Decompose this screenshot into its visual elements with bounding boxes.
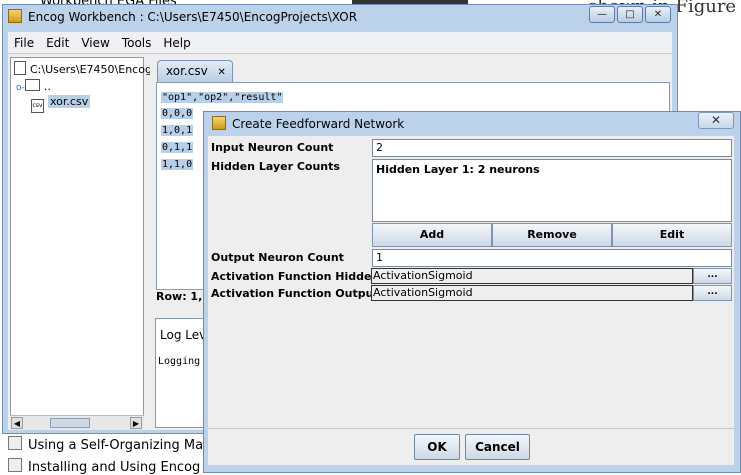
activation-output-label: Activation Function Output: [211, 287, 379, 300]
tree-expand-icon: o-: [16, 83, 25, 93]
activation-hidden-field[interactable]: ActivationSigmoid: [371, 268, 693, 284]
menu-edit[interactable]: Edit: [40, 36, 75, 50]
dialog-title-bar[interactable]: Create Feedforward Network: [212, 116, 652, 134]
menu-tools[interactable]: Tools: [116, 36, 158, 50]
csv-file-icon: csv: [31, 99, 44, 113]
tree-file-xor[interactable]: csv xor.csv: [31, 95, 91, 113]
csv-line: 1,1,0: [161, 159, 194, 170]
tree-horizontal-scrollbar[interactable]: ◀ ▶: [10, 415, 144, 430]
csv-line: 0,0,0: [161, 108, 194, 119]
activation-hidden-browse-button[interactable]: ...: [693, 268, 732, 284]
page-icon: [8, 458, 22, 472]
remove-button[interactable]: Remove: [492, 223, 612, 247]
menu-file[interactable]: File: [8, 36, 40, 50]
project-tree: C:\Users\E7450\Encog o-.. csv xor.csv: [10, 57, 152, 429]
background-item-label: Using a Self-Organizing Map: [28, 438, 212, 453]
tab-close-icon[interactable]: ✕: [218, 67, 226, 78]
close-window-button[interactable]: ✕: [645, 6, 671, 23]
tree-file-label: xor.csv: [48, 95, 91, 108]
dialog-close-button[interactable]: ✕: [698, 112, 734, 129]
menu-help[interactable]: Help: [157, 36, 196, 50]
input-neuron-field[interactable]: 2: [372, 139, 732, 157]
restore-button[interactable]: □: [617, 6, 643, 23]
tree-parent[interactable]: o-..: [16, 79, 51, 93]
tree-parent-label: ..: [43, 80, 51, 93]
cancel-button[interactable]: Cancel: [465, 434, 530, 460]
encog-app-icon: [212, 116, 226, 130]
add-button[interactable]: Add: [372, 223, 492, 247]
minimize-button[interactable]: —: [589, 6, 615, 23]
output-neuron-field[interactable]: 1: [372, 249, 732, 267]
background-item-som: Using a Self-Organizing Map: [8, 436, 211, 453]
csv-line: "op1","op2","result": [161, 92, 284, 103]
tab-label: xor.csv: [166, 64, 208, 78]
hidden-layer-list[interactable]: Hidden Layer 1: 2 neurons: [372, 159, 732, 222]
csv-line: 1,0,1: [161, 125, 194, 136]
workbench-title: Encog Workbench : C:\Users\E7450\EncogPr…: [28, 10, 358, 24]
workbench-title-bar[interactable]: Encog Workbench : C:\Users\E7450\EncogPr…: [8, 9, 588, 27]
dialog-title: Create Feedforward Network: [232, 117, 405, 131]
folder-icon: [24, 79, 40, 91]
ok-button[interactable]: OK: [414, 434, 460, 460]
activation-output-field[interactable]: ActivationSigmoid: [371, 285, 693, 301]
background-item-install: Installing and Using Encog: [8, 458, 200, 475]
hidden-layer-item[interactable]: Hidden Layer 1: 2 neurons: [376, 163, 728, 176]
csv-line: 0,1,1: [161, 142, 194, 153]
window-controls: — □ ✕: [589, 6, 673, 24]
scroll-right-icon[interactable]: ▶: [130, 417, 142, 429]
output-neuron-label: Output Neuron Count: [211, 251, 344, 264]
encog-app-icon: [8, 9, 22, 23]
hidden-layer-label: Hidden Layer Counts: [211, 160, 340, 173]
activation-hidden-label: Activation Function Hidden: [211, 270, 380, 283]
activation-output-browse-button[interactable]: ...: [693, 285, 732, 301]
edit-button[interactable]: Edit: [612, 223, 732, 247]
tree-root-label: C:\Users\E7450\Encog: [30, 63, 152, 76]
tab-xor-csv[interactable]: xor.csv ✕: [157, 60, 233, 82]
file-icon: [14, 61, 26, 75]
menu-bar: File Edit View Tools Help: [8, 32, 672, 54]
scroll-left-icon[interactable]: ◀: [11, 417, 23, 429]
page-icon: [8, 436, 22, 450]
tree-root[interactable]: C:\Users\E7450\Encog: [14, 61, 152, 76]
menu-view[interactable]: View: [75, 36, 115, 50]
input-neuron-label: Input Neuron Count: [211, 141, 334, 154]
scroll-thumb[interactable]: [50, 418, 90, 428]
